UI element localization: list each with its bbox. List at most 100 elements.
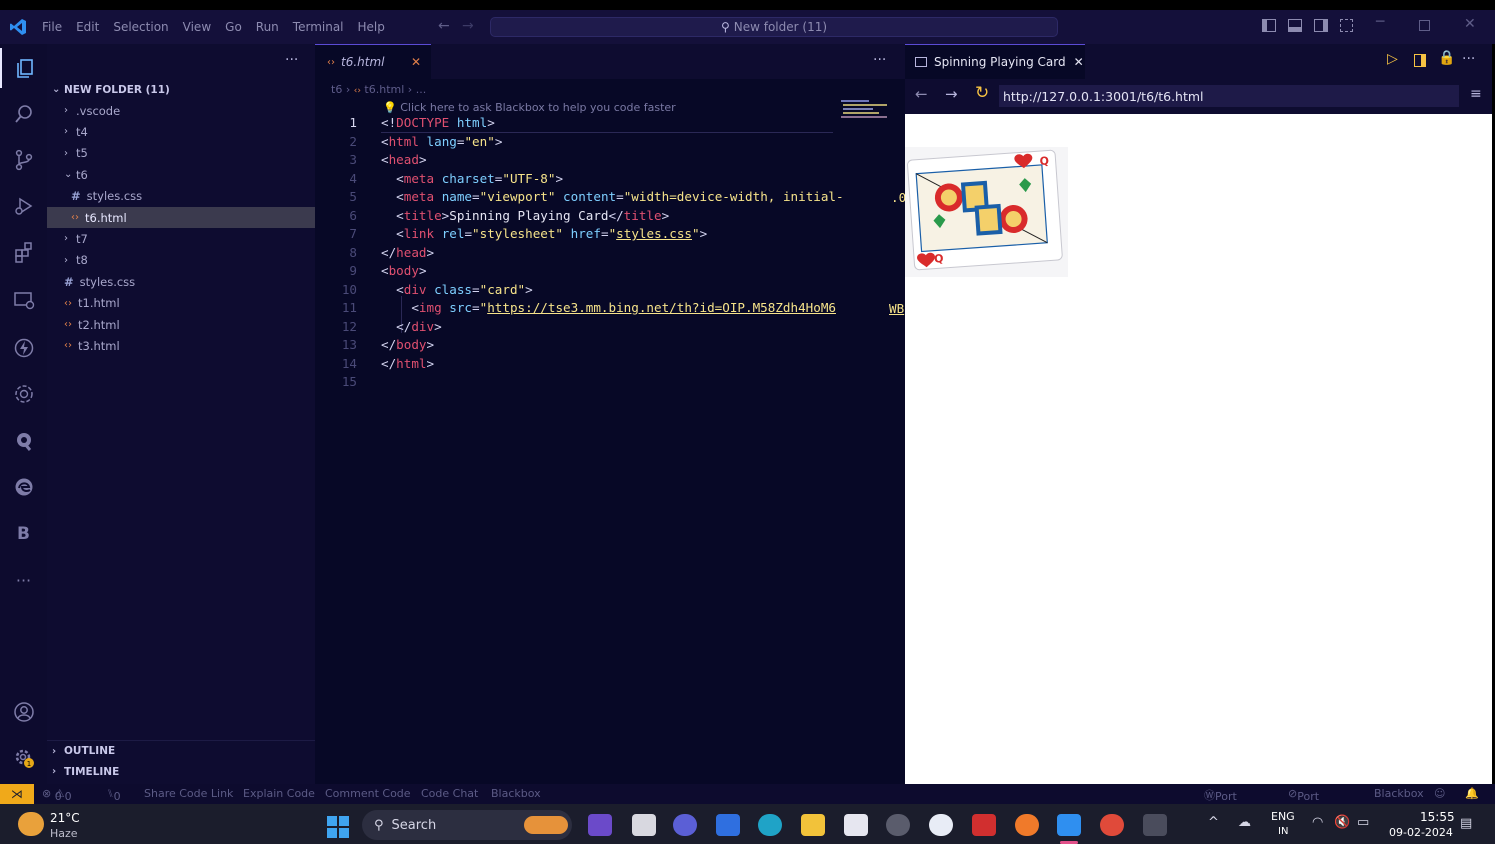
code-line[interactable]: 11 <img src="https://tse3.mm.bing.net/th… bbox=[315, 299, 905, 318]
app-taskbar-icon[interactable] bbox=[929, 814, 953, 836]
code-line[interactable]: 14 </html> bbox=[315, 355, 905, 374]
code-line[interactable]: 12 </div> bbox=[315, 318, 905, 337]
breadcrumb-folder[interactable]: t6 bbox=[331, 83, 342, 96]
menu-selection[interactable]: Selection bbox=[113, 20, 168, 34]
file-explorer-icon[interactable] bbox=[801, 814, 825, 836]
command-center-search[interactable]: ⚲ New folder (11) bbox=[490, 17, 1058, 37]
edge-devtools-icon[interactable] bbox=[0, 467, 47, 507]
explorer-more-icon[interactable]: ··· bbox=[285, 52, 298, 68]
q-extension-icon[interactable] bbox=[0, 421, 47, 461]
code-line[interactable]: 7 <link rel="stylesheet" href="styles.cs… bbox=[315, 225, 905, 244]
close-tab-icon[interactable]: ✕ bbox=[1074, 55, 1084, 69]
live-server-port-3001[interactable]: Ⓦ Port : 3001 bbox=[1204, 787, 1243, 829]
notifications-bell-icon[interactable]: 🔔 bbox=[1465, 787, 1479, 800]
menu-edit[interactable]: Edit bbox=[76, 20, 99, 34]
code-line[interactable]: 6 <title>Spinning Playing Card</title> bbox=[315, 207, 905, 226]
region-indicator[interactable]: IN bbox=[1278, 826, 1288, 837]
drawing-app-icon[interactable] bbox=[716, 814, 740, 836]
more-icon[interactable]: ··· bbox=[0, 560, 47, 600]
code-line[interactable]: 9 <body> bbox=[315, 262, 905, 281]
reload-icon[interactable]: ↻ bbox=[975, 83, 989, 103]
remote-indicator-icon[interactable]: ⋊ bbox=[0, 784, 34, 804]
settings-app-icon[interactable] bbox=[886, 814, 910, 836]
code-line[interactable]: 10 <div class="card"> bbox=[315, 281, 905, 300]
battery-icon[interactable]: ▭ bbox=[1357, 815, 1369, 830]
tree-folder[interactable]: › .vscode bbox=[47, 100, 315, 121]
source-control-icon[interactable] bbox=[0, 140, 47, 180]
tree-folder[interactable]: › t4 bbox=[47, 121, 315, 142]
breadcrumb-file[interactable]: t6.html bbox=[364, 83, 404, 96]
volume-muted-icon[interactable]: 🔇 bbox=[1334, 815, 1350, 830]
live-server-port-5501[interactable]: ⊘ Port : 5501 bbox=[1288, 787, 1325, 829]
wifi-icon[interactable]: ◠ bbox=[1312, 815, 1323, 830]
manage-gear-icon[interactable]: 1 bbox=[0, 738, 47, 778]
problems-indicator[interactable]: ⊗ 0 ⚠ 0 bbox=[42, 787, 72, 803]
tab-spinning-playing-card[interactable]: Spinning Playing Card ✕ bbox=[905, 44, 1085, 79]
taskbar-search[interactable]: ⚲ Search bbox=[362, 810, 572, 840]
code-line[interactable]: 3 <head> bbox=[315, 151, 905, 170]
vscode-taskbar-icon[interactable] bbox=[1057, 814, 1081, 836]
forward-arrow-icon[interactable]: → bbox=[945, 85, 958, 103]
language-indicator[interactable]: ENG bbox=[1271, 810, 1295, 823]
run-preview-icon[interactable]: ▷ bbox=[1387, 51, 1398, 67]
comment-code-button[interactable]: Comment Code bbox=[325, 787, 411, 800]
forward-arrow-icon[interactable]: → bbox=[462, 18, 474, 34]
split-editor-icon[interactable] bbox=[1414, 54, 1426, 67]
minimap[interactable] bbox=[841, 98, 891, 122]
clock-time[interactable]: 15:55 bbox=[1420, 810, 1455, 824]
tree-file[interactable]: # styles.css bbox=[47, 271, 315, 292]
cloud-icon[interactable]: ☁ bbox=[1238, 815, 1251, 830]
toggle-secondary-sidebar-icon[interactable] bbox=[1314, 19, 1328, 32]
menu-file[interactable]: File bbox=[42, 20, 62, 34]
weather-icon[interactable] bbox=[18, 812, 44, 836]
code-line[interactable]: 5 <meta name="viewport" content="width=d… bbox=[315, 188, 905, 207]
firefox-icon[interactable] bbox=[1015, 814, 1039, 836]
blackbox-hint[interactable]: 💡 Click here to ask Blackbox to help you… bbox=[383, 101, 676, 114]
microsoft-store-icon[interactable] bbox=[844, 814, 868, 836]
menu-terminal[interactable]: Terminal bbox=[293, 20, 344, 34]
tree-folder[interactable]: › t8 bbox=[47, 250, 315, 271]
customize-layout-icon[interactable] bbox=[1340, 19, 1353, 32]
lock-icon[interactable]: 🔒 bbox=[1438, 50, 1455, 66]
tab-t6-html[interactable]: ‹› t6.html ✕ bbox=[315, 44, 431, 79]
tree-file[interactable]: # styles.css bbox=[47, 186, 315, 207]
remote-explorer-icon[interactable] bbox=[0, 280, 47, 320]
code-line[interactable]: 2 <html lang="en"> bbox=[315, 133, 905, 152]
search-icon[interactable] bbox=[0, 94, 47, 134]
url-bar[interactable]: http://127.0.0.1:3001/t6/t6.html bbox=[999, 85, 1459, 107]
extensions-icon[interactable] bbox=[0, 232, 47, 272]
teams-icon[interactable] bbox=[673, 814, 697, 836]
tree-file[interactable]: ‹› t1.html bbox=[47, 293, 315, 314]
menu-view[interactable]: View bbox=[183, 20, 211, 34]
breadcrumb-symbol[interactable]: ... bbox=[416, 83, 427, 96]
explorer-icon[interactable] bbox=[0, 48, 47, 88]
back-arrow-icon[interactable]: ← bbox=[438, 18, 450, 34]
code-line[interactable]: 1 <!DOCTYPE html> bbox=[315, 114, 905, 133]
back-arrow-icon[interactable]: ← bbox=[915, 85, 928, 103]
menu-run[interactable]: Run bbox=[256, 20, 279, 34]
editor-more-icon[interactable]: ··· bbox=[873, 52, 886, 68]
lightning-extension-icon[interactable] bbox=[0, 328, 47, 368]
tree-folder[interactable]: › t5 bbox=[47, 143, 315, 164]
toggle-panel-icon[interactable] bbox=[1288, 19, 1302, 32]
minimize-icon[interactable]: ─ bbox=[1376, 14, 1384, 30]
preview-more-icon[interactable]: ··· bbox=[1462, 51, 1475, 67]
blackbox-button[interactable]: Blackbox bbox=[491, 787, 541, 800]
code-line[interactable]: 13 </body> bbox=[315, 336, 905, 355]
menu-help[interactable]: Help bbox=[358, 20, 385, 34]
notification-center-icon[interactable]: ▤ bbox=[1460, 816, 1472, 831]
toggle-sidebar-icon[interactable] bbox=[1262, 19, 1276, 32]
code-chat-button[interactable]: Code Chat bbox=[421, 787, 478, 800]
timeline-section[interactable]: › TIMELINE bbox=[47, 761, 315, 782]
blackbox-status[interactable]: Blackbox bbox=[1374, 787, 1424, 800]
copilot-taskbar-icon[interactable] bbox=[588, 814, 612, 836]
close-tab-icon[interactable]: ✕ bbox=[411, 55, 421, 69]
blackbox-icon[interactable]: B bbox=[0, 514, 47, 554]
mcafee-icon[interactable] bbox=[972, 814, 996, 836]
tree-folder[interactable]: ⌄ t6 bbox=[47, 164, 315, 185]
terminal-icon[interactable] bbox=[1143, 814, 1167, 836]
edge-browser-icon[interactable] bbox=[758, 814, 782, 836]
tree-file[interactable]: ‹› t6.html bbox=[47, 207, 315, 228]
close-window-icon[interactable]: ✕ bbox=[1464, 16, 1476, 32]
ports-indicator[interactable]: ⑊ 0 bbox=[107, 787, 121, 803]
